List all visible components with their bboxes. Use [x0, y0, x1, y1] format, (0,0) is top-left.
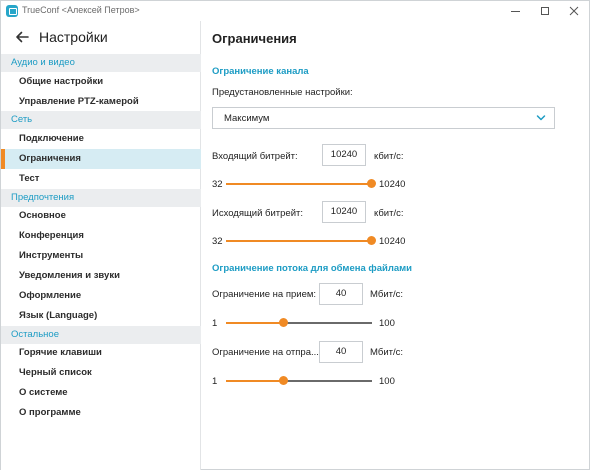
slider-thumb[interactable]: [367, 236, 376, 245]
sidebar-item-limits[interactable]: Ограничения: [1, 149, 201, 169]
sidebar-item-about[interactable]: О программе: [1, 403, 201, 423]
minimize-icon: [510, 10, 520, 12]
maximize-icon: [541, 7, 549, 15]
sidebar-item-conference[interactable]: Конференция: [1, 226, 201, 246]
incoming-bitrate-input[interactable]: 10240: [322, 144, 366, 166]
sidebar-item-hotkeys[interactable]: Горячие клавиши: [1, 343, 201, 363]
chevron-down-icon: [536, 115, 546, 121]
close-button[interactable]: [559, 1, 589, 21]
send-limit-input[interactable]: 40: [319, 341, 363, 363]
receive-limit-label: Ограничение на прием:: [212, 289, 317, 300]
incoming-bitrate-unit: кбит/с:: [374, 151, 404, 162]
outgoing-bitrate-input[interactable]: 10240: [322, 201, 366, 223]
receive-max-label: 100: [379, 318, 395, 329]
send-max-label: 100: [379, 376, 395, 387]
back-arrow-icon[interactable]: [13, 28, 31, 46]
outgoing-bitrate-unit: кбит/с:: [374, 208, 404, 219]
trueconf-logo-icon: [6, 5, 18, 17]
incoming-bitrate-slider[interactable]: [226, 179, 376, 189]
receive-min-label: 1: [212, 318, 218, 329]
sidebar-item-connection[interactable]: Подключение: [1, 129, 201, 149]
window-title: TrueConf <Алексей Петров>: [22, 5, 140, 15]
close-icon: [569, 6, 579, 16]
settings-content: Ограничения Ограничение канала Предустан…: [202, 21, 589, 470]
slider-thumb[interactable]: [278, 376, 288, 385]
sidebar-item-general[interactable]: Общие настройки: [1, 72, 201, 92]
incoming-min-label: 32: [212, 179, 223, 190]
preset-label: Предустановленные настройки:: [212, 87, 353, 98]
sidebar-title: Настройки: [39, 29, 108, 45]
incoming-bitrate-label: Входящий битрейт:: [212, 151, 298, 162]
section-preferences: Предпочтения: [1, 189, 201, 207]
title-bar: TrueConf <Алексей Петров>: [1, 1, 589, 21]
sidebar-item-language[interactable]: Язык (Language): [1, 306, 201, 326]
receive-limit-input[interactable]: 40: [319, 283, 363, 305]
outgoing-max-label: 10240: [379, 236, 406, 247]
sidebar-item-blacklist[interactable]: Черный список: [1, 363, 201, 383]
preset-select-value: Максимум: [224, 113, 270, 124]
preset-select[interactable]: Максимум: [212, 107, 555, 129]
sidebar-item-notifications[interactable]: Уведомления и звуки: [1, 266, 201, 286]
sidebar-item-ptz-camera[interactable]: Управление PTZ-камерой: [1, 92, 201, 112]
channel-limit-heading: Ограничение канала: [212, 66, 309, 77]
outgoing-bitrate-slider[interactable]: [226, 236, 376, 246]
sidebar-item-test[interactable]: Тест: [1, 169, 201, 189]
section-network: Сеть: [1, 111, 201, 129]
send-limit-label: Ограничение на отпра...: [212, 347, 319, 358]
slider-thumb[interactable]: [278, 318, 288, 327]
minimize-button[interactable]: [500, 1, 530, 21]
outgoing-min-label: 32: [212, 236, 223, 247]
page-title: Ограничения: [212, 31, 297, 46]
section-other: Остальное: [1, 326, 201, 344]
send-limit-slider[interactable]: [226, 376, 372, 386]
app-window: TrueConf <Алексей Петров> Настройки Ауди…: [0, 0, 590, 470]
settings-sidebar: Настройки Аудио и видео Общие настройки …: [1, 21, 201, 470]
outgoing-bitrate-label: Исходящий битрейт:: [212, 208, 304, 219]
receive-limit-slider[interactable]: [226, 318, 372, 328]
sidebar-header: Настройки: [1, 21, 201, 53]
sidebar-item-tools[interactable]: Инструменты: [1, 246, 201, 266]
slider-thumb[interactable]: [367, 179, 376, 188]
receive-limit-unit: Мбит/с:: [370, 289, 404, 300]
sidebar-item-appearance[interactable]: Оформление: [1, 286, 201, 306]
incoming-max-label: 10240: [379, 179, 406, 190]
section-audio-video: Аудио и видео: [1, 54, 201, 72]
maximize-button[interactable]: [530, 1, 560, 21]
file-transfer-heading: Ограничение потока для обмена файлами: [212, 263, 413, 274]
send-limit-unit: Мбит/с:: [370, 347, 404, 358]
send-min-label: 1: [212, 376, 218, 387]
sidebar-item-main[interactable]: Основное: [1, 206, 201, 226]
sidebar-item-system[interactable]: О системе: [1, 383, 201, 403]
